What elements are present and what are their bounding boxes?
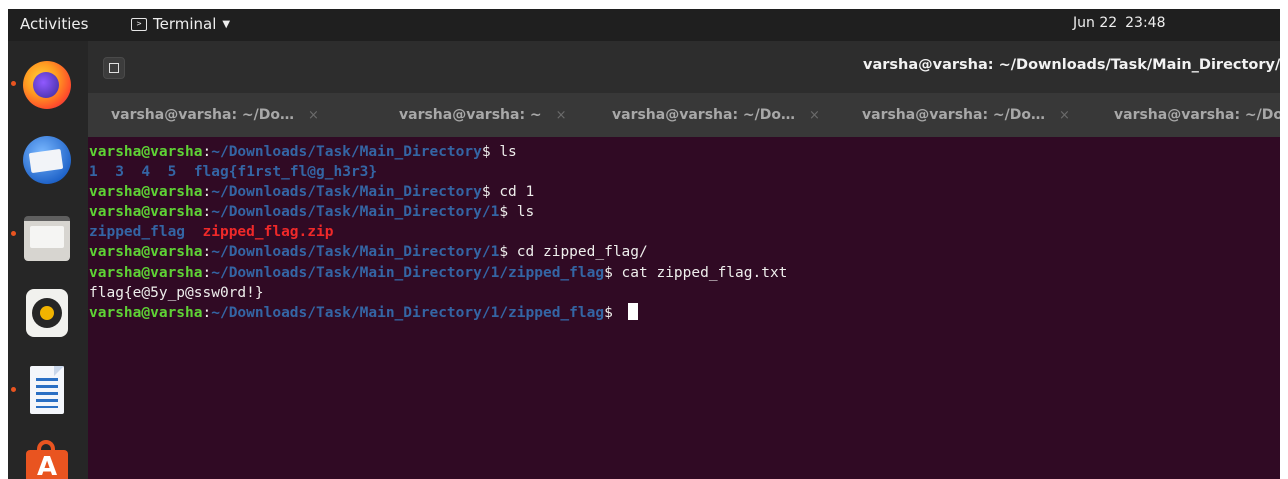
output-line: zipped_flag zipped_flag.zip	[89, 222, 787, 242]
prompt-symbol: $	[604, 264, 622, 281]
window-title: varsha@varsha: ~/Downloads/Task/Main_Dir…	[863, 57, 1280, 73]
prompt-path: ~/Downloads/Task/Main_Directory/1/zipped…	[211, 264, 605, 281]
caret-down-icon: ▼	[222, 18, 231, 30]
dir-entry: 3	[115, 164, 124, 181]
ubuntu-software-icon[interactable]: A	[20, 438, 74, 479]
command-text: cd zipped_flag/	[516, 244, 648, 261]
dir-entry: 1	[89, 164, 98, 181]
running-indicator	[11, 81, 16, 86]
files-icon[interactable]	[11, 208, 74, 262]
prompt-path: ~/Downloads/Task/Main_Directory/1	[211, 204, 500, 221]
running-indicator	[11, 387, 16, 392]
prompt-symbol: $	[499, 204, 517, 221]
new-tab-icon	[109, 63, 119, 73]
prompt-path: ~/Downloads/Task/Main_Directory/1/zipped…	[211, 304, 605, 321]
command-text: cat zipped_flag.txt	[621, 264, 788, 281]
command-text: ls	[499, 144, 517, 160]
clock-date: Jun 22	[1073, 15, 1118, 31]
terminal-tab[interactable]: varsha@varsha: ~/Do… ×	[111, 93, 319, 137]
tab-label: varsha@varsha: ~/Do…	[862, 107, 1046, 123]
prompt-user: varsha@varsha	[89, 144, 203, 160]
desktop-screen: Activities > Terminal ▼ Jun 22 23:48 A v…	[8, 9, 1280, 479]
command-text: cd 1	[499, 184, 535, 201]
rhythmbox-icon[interactable]	[20, 285, 74, 339]
tab-label: varsha@varsha: ~/Do…	[612, 107, 796, 123]
prompt-sep: :	[202, 244, 212, 261]
command-line: varsha@varsha:~/Downloads/Task/Main_Dire…	[89, 302, 787, 323]
window-header-bar: varsha@varsha: ~/Downloads/Task/Main_Dir…	[88, 41, 1280, 93]
new-tab-button[interactable]	[103, 57, 125, 79]
tab-label: varsha@varsha: ~/Do	[1114, 107, 1280, 123]
activities-button[interactable]: Activities	[20, 15, 88, 33]
dir-entry: 5	[167, 164, 177, 181]
terminal-icon: >	[131, 17, 147, 31]
prompt-sep: :	[202, 144, 212, 160]
prompt-user: varsha@varsha	[89, 204, 203, 221]
prompt-symbol: $	[604, 304, 622, 321]
prompt-symbol: $	[481, 184, 500, 201]
terminal-output[interactable]: varsha@varsha:~/Downloads/Task/Main_Dire…	[88, 137, 1280, 479]
prompt-sep: :	[202, 184, 212, 201]
tab-bar: varsha@varsha: ~/Do… × varsha@varsha: ~ …	[88, 93, 1280, 137]
command-line: varsha@varsha:~/Downloads/Task/Main_Dire…	[89, 142, 787, 162]
output-line: 1 3 4 5 flag{f1rst_fl@g_h3r3}	[89, 162, 787, 182]
output-text: flag{e@5y_p@ssw0rd!}	[89, 284, 264, 301]
prompt-sep: :	[202, 204, 212, 221]
dir-entry: zipped_flag	[89, 224, 186, 241]
app-menu[interactable]: > Terminal ▼	[131, 15, 230, 33]
prompt-user: varsha@varsha	[89, 244, 203, 261]
top-bar: Activities > Terminal ▼ Jun 22 23:48	[8, 9, 1280, 41]
prompt-symbol: $	[499, 244, 517, 261]
dock: A	[8, 41, 88, 479]
clock-time: 23:48	[1125, 15, 1166, 31]
prompt-symbol: $	[481, 144, 500, 160]
command-line: varsha@varsha:~/Downloads/Task/Main_Dire…	[89, 263, 787, 283]
prompt-path: ~/Downloads/Task/Main_Directory	[211, 144, 482, 160]
firefox-icon[interactable]	[11, 58, 74, 112]
prompt-sep: :	[202, 304, 212, 321]
tab-label: varsha@varsha: ~	[399, 107, 542, 123]
tab-label: varsha@varsha: ~/Do…	[111, 107, 295, 123]
close-icon[interactable]: ×	[809, 108, 820, 123]
command-line: varsha@varsha:~/Downloads/Task/Main_Dire…	[89, 202, 787, 222]
terminal-tab[interactable]: varsha@varsha: ~ ×	[399, 93, 567, 137]
clock[interactable]: Jun 22 23:48	[1073, 15, 1166, 31]
text-cursor	[627, 302, 638, 320]
libreoffice-writer-icon[interactable]	[11, 364, 74, 418]
prompt-sep: :	[202, 264, 212, 281]
prompt-user: varsha@varsha	[89, 304, 203, 321]
close-icon[interactable]: ×	[308, 108, 319, 123]
command-text: ls	[516, 204, 535, 221]
terminal-tab[interactable]: varsha@varsha: ~/Do	[1114, 93, 1280, 137]
thunderbird-icon[interactable]	[20, 133, 74, 187]
app-menu-label: Terminal	[153, 15, 217, 33]
archive-entry: zipped_flag.zip	[202, 224, 334, 241]
prompt-path: ~/Downloads/Task/Main_Directory/1	[211, 244, 500, 261]
dir-entry: 4	[141, 164, 151, 181]
prompt-user: varsha@varsha	[89, 184, 203, 201]
close-icon[interactable]: ×	[556, 108, 567, 123]
output-line: flag{e@5y_p@ssw0rd!}	[89, 283, 787, 303]
command-line: varsha@varsha:~/Downloads/Task/Main_Dire…	[89, 242, 787, 262]
terminal-tab[interactable]: varsha@varsha: ~/Do… ×	[612, 93, 820, 137]
terminal-tab[interactable]: varsha@varsha: ~/Do… ×	[862, 93, 1070, 137]
dir-entry: flag{f1rst_fl@g_h3r3}	[193, 164, 378, 181]
close-icon[interactable]: ×	[1059, 108, 1070, 123]
prompt-user: varsha@varsha	[89, 264, 203, 281]
running-indicator	[11, 231, 16, 236]
command-line: varsha@varsha:~/Downloads/Task/Main_Dire…	[89, 182, 787, 202]
prompt-path: ~/Downloads/Task/Main_Directory	[211, 184, 482, 201]
